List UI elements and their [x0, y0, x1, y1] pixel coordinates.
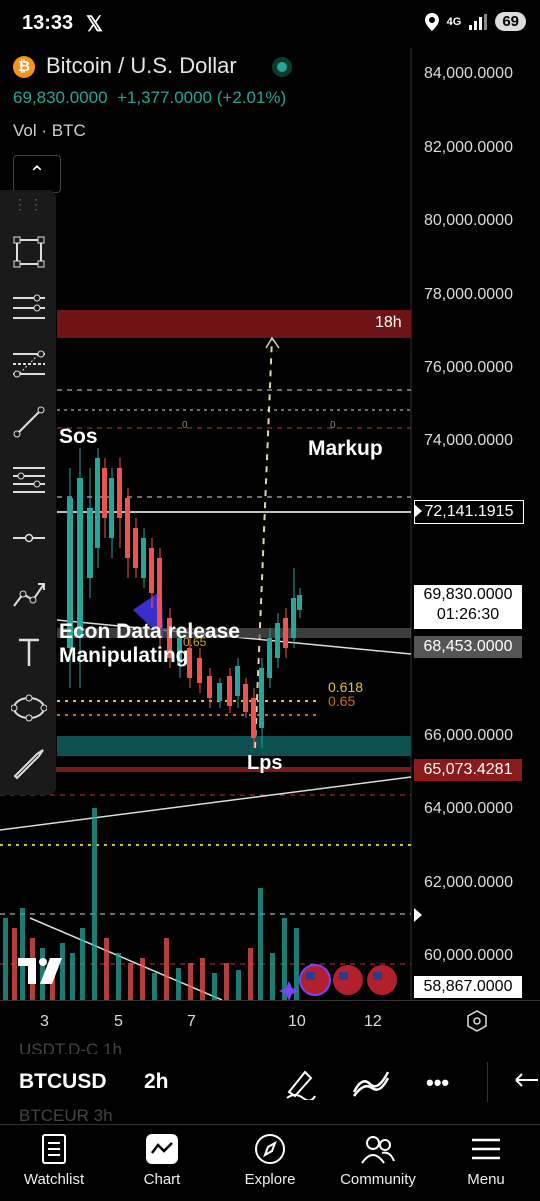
- status-indicators: 4G 69: [424, 12, 526, 31]
- trend-line-tool-icon[interactable]: [10, 404, 48, 442]
- low-price-tag: 58,867.0000: [414, 976, 522, 998]
- axis-label: 76,000.0000: [424, 359, 513, 376]
- horizontal-ray-tool-icon[interactable]: [10, 520, 48, 558]
- axis-label: 62,000.0000: [424, 874, 513, 891]
- fib-retracement-tool-icon[interactable]: [10, 348, 48, 386]
- settings-hexagon-icon[interactable]: [466, 1010, 488, 1032]
- time-label: 12: [364, 1013, 382, 1030]
- countdown: 01:26:30: [436, 606, 500, 623]
- next-symbol[interactable]: BTCEUR 3h: [19, 1106, 113, 1126]
- current-price: 69,830.0000: [423, 586, 513, 603]
- resistance-zone: [57, 310, 411, 338]
- support-zone: [57, 736, 411, 756]
- nav-label: Watchlist: [23, 1171, 85, 1188]
- axis-label: 82,000.0000: [424, 139, 513, 156]
- fib-channel-tool-icon[interactable]: [10, 462, 48, 500]
- axis-label: 80,000.0000: [424, 212, 513, 229]
- nav-label: Community: [340, 1171, 416, 1188]
- nav-label: Menu: [467, 1171, 505, 1188]
- line-price-tag: 72,141.1915: [414, 500, 524, 524]
- horizontal-lines-tool-icon[interactable]: [10, 290, 48, 328]
- drag-handle-icon[interactable]: ⋮⋮: [10, 196, 48, 216]
- trend-line: [0, 776, 412, 831]
- interval-label[interactable]: 2h: [144, 1070, 169, 1094]
- ellipse-tool-icon[interactable]: [10, 690, 48, 728]
- status-bar: 13:33 𝕏 4G 69: [0, 0, 540, 48]
- drawing-toolbar: ⋮⋮: [0, 190, 56, 795]
- nav-menu[interactable]: Menu: [436, 1133, 536, 1188]
- small-tick: 0: [330, 420, 336, 431]
- battery-badge: 69: [495, 12, 526, 31]
- symbol-name[interactable]: BTCUSD: [19, 1070, 107, 1094]
- symbol-bar: USDT.D-C 1h BTCUSD 2h BTCEUR 3h •••: [0, 1040, 540, 1125]
- nav-label: Explore: [244, 1171, 296, 1188]
- axis-label: 74,000.0000: [424, 432, 513, 449]
- candlesticks: [67, 448, 302, 748]
- location-icon: [424, 12, 439, 31]
- nav-label: Chart: [143, 1171, 181, 1188]
- current-price-tag: 69,830.0000 01:26:30: [414, 585, 522, 629]
- time-label: 3: [40, 1013, 49, 1030]
- signal-icon: [469, 13, 488, 30]
- time-axis[interactable]: 3 5 7 10 12: [0, 1000, 540, 1039]
- fib-65-label: 0.65: [328, 693, 356, 709]
- path-tool-icon[interactable]: [10, 576, 48, 614]
- x-app-icon: 𝕏: [86, 13, 103, 36]
- lps-label: Lps: [247, 752, 283, 774]
- manipulating-label: Manipulating: [59, 644, 189, 667]
- axis-label: 60,000.0000: [424, 947, 513, 964]
- text-tool-icon[interactable]: [10, 634, 48, 672]
- axis-marker-icon: [414, 908, 422, 922]
- time-label: 5: [114, 1013, 123, 1030]
- support-price-tag: 65,073.4281: [414, 759, 522, 781]
- nav-chart[interactable]: Chart: [112, 1133, 212, 1188]
- menu-icon: [472, 1138, 500, 1160]
- people-icon: [361, 1136, 395, 1164]
- status-time: 13:33: [22, 12, 74, 34]
- trendline-price-tag: 68,453.0000: [414, 636, 522, 658]
- markup-label: Markup: [308, 437, 383, 460]
- draw-pen-icon[interactable]: [283, 1066, 317, 1100]
- axis-marker-icon: [414, 504, 422, 518]
- chart-canvas[interactable]: 0.65 0 0: [0, 48, 540, 1000]
- axis-label: 84,000.0000: [424, 65, 513, 82]
- chart-icon: [146, 1134, 178, 1164]
- divider: [487, 1062, 488, 1102]
- watchlist-icon: [42, 1134, 66, 1164]
- axis-label: 64,000.0000: [424, 800, 513, 817]
- brush-tool-icon[interactable]: [10, 746, 48, 784]
- nav-community[interactable]: Community: [328, 1133, 428, 1188]
- indicators-icon[interactable]: [352, 1068, 390, 1098]
- compass-icon: [255, 1134, 285, 1164]
- axis-label: 78,000.0000: [424, 286, 513, 303]
- econ-label: Econ Data release: [59, 620, 240, 643]
- nav-watchlist[interactable]: Watchlist: [4, 1133, 104, 1188]
- axis-label: 66,000.0000: [424, 727, 513, 744]
- rectangle-tool-icon[interactable]: [10, 234, 48, 272]
- sos-label: Sos: [59, 425, 98, 448]
- more-options-icon[interactable]: •••: [426, 1070, 449, 1096]
- time-label: 7: [187, 1013, 196, 1030]
- time-label: 10: [288, 1013, 306, 1030]
- undo-icon[interactable]: [512, 1072, 538, 1094]
- network-label: 4G: [446, 15, 462, 28]
- red-support-line: [0, 767, 411, 772]
- small-tick: 0: [182, 420, 188, 431]
- resistance-label: 18h: [375, 314, 402, 331]
- bottom-nav: Watchlist Chart Explore Community Menu: [0, 1124, 540, 1201]
- nav-explore[interactable]: Explore: [220, 1133, 320, 1188]
- prev-symbol[interactable]: USDT.D-C 1h: [19, 1040, 122, 1054]
